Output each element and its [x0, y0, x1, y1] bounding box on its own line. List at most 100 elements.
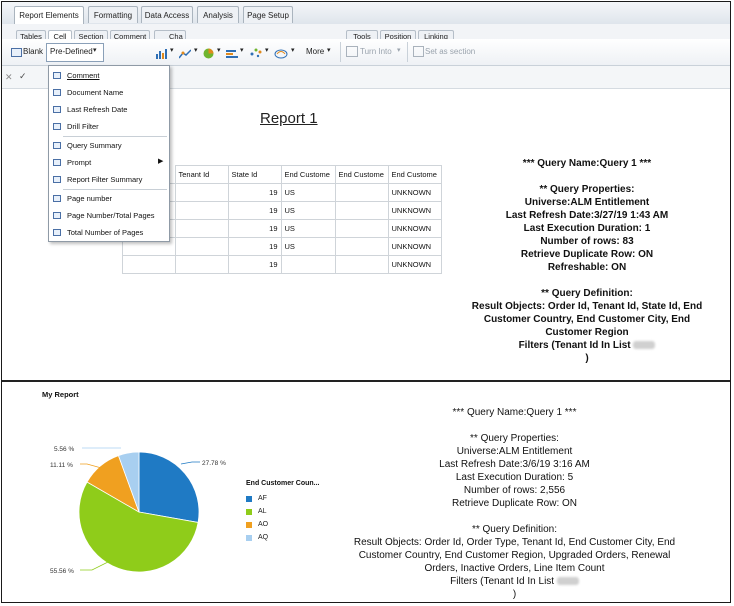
chevron-down-icon: ▾	[93, 47, 97, 54]
line-chart-icon[interactable]	[178, 46, 192, 59]
redacted-value	[556, 577, 579, 586]
universe-text: Universe:ALM Entitlement	[456, 446, 573, 457]
menu-item-page-number-total[interactable]: Page Number/Total Pages	[49, 208, 169, 224]
table-cell: UNKNOWN	[387, 183, 442, 202]
table-cell: UNKNOWN	[387, 219, 442, 238]
table-cell	[334, 255, 389, 274]
table-cell: 19	[227, 237, 282, 256]
table-row: 19 US UNKNOWN	[122, 201, 442, 220]
ribbon-tab-strip: Report Elements Formatting Data Access A…	[2, 2, 730, 25]
table-cell: 19	[227, 255, 282, 274]
table-header-cell: End Custome	[280, 165, 336, 184]
table-cell: US	[280, 183, 336, 202]
menu-item-prompt[interactable]: Prompt ▶	[49, 155, 169, 171]
legend-label: AQ	[258, 534, 269, 541]
legend-swatch	[246, 535, 252, 541]
tab-analysis[interactable]: Analysis	[197, 6, 239, 23]
table-cell	[174, 219, 229, 238]
chevron-down-icon: ▾	[291, 47, 295, 54]
table-cell	[122, 255, 176, 274]
turn-into-button[interactable]: Turn Into	[360, 47, 392, 56]
menu-item-query-summary[interactable]: Query Summary	[49, 138, 169, 154]
query-name: *** Query Name:Query 1 ***	[452, 407, 577, 418]
blank-cell-icon	[11, 48, 22, 57]
menu-separator	[63, 136, 167, 137]
table-cell: US	[280, 201, 336, 220]
menu-item-total-pages[interactable]: Total Number of Pages	[49, 225, 169, 241]
menu-item-document-name[interactable]: Document Name	[49, 85, 169, 101]
chevron-down-icon: ▾	[327, 47, 331, 54]
screenshot-divider	[2, 380, 730, 382]
table-cell: UNKNOWN	[387, 255, 442, 274]
pie-data-label: 11.11 %	[50, 462, 73, 469]
result-objects-line: Orders, Inactive Orders, Line Item Count	[424, 563, 605, 574]
last-refresh-text: Last Refresh Date:3/27/19 1:43 AM	[505, 210, 669, 221]
table-cell	[174, 237, 229, 256]
result-objects-line: Customer Country, End Customer Region, U…	[358, 550, 671, 561]
pie-data-label: 27.78 %	[202, 460, 226, 467]
menu-item-page-number[interactable]: Page number	[49, 191, 169, 207]
universe-text: Universe:ALM Entitlement	[524, 197, 650, 208]
query-name: *** Query Name:Query 1 ***	[522, 158, 652, 169]
tab-report-elements[interactable]: Report Elements	[14, 6, 84, 24]
result-objects-line: Result Objects: Order Id, Tenant Id, Sta…	[471, 301, 703, 312]
query-properties-header: ** Query Properties:	[470, 433, 559, 444]
legend-title: End Customer Coun...	[246, 480, 320, 487]
legend-swatch	[246, 522, 252, 528]
menu-item-last-refresh-date[interactable]: Last Refresh Date	[49, 102, 169, 118]
tab-page-setup[interactable]: Page Setup	[243, 6, 293, 23]
cell-icon	[53, 72, 61, 79]
pie-data-label: 5.56 %	[54, 446, 74, 453]
cell-icon	[53, 212, 61, 219]
menu-item-comment[interactable]: Comment	[49, 68, 169, 84]
report-title: Report 1	[260, 110, 318, 127]
table-cell	[280, 255, 336, 274]
menu-item-report-filter-summary[interactable]: Report Filter Summary	[49, 172, 169, 188]
table-header-cell: Tenant Id	[174, 165, 229, 184]
check-icon[interactable]: ✓	[19, 71, 27, 82]
table-header-row: Tenant Id State Id End Custome End Custo…	[122, 165, 442, 184]
query-summary-1: *** Query Name:Query 1 *** ** Query Prop…	[457, 157, 717, 365]
table-header-cell: End Custome	[334, 165, 389, 184]
filters-line: Filters (Tenant Id In List	[342, 575, 687, 588]
close-icon[interactable]: ✕	[5, 72, 13, 83]
scatter-chart-icon[interactable]	[249, 45, 263, 58]
last-refresh-text: Last Refresh Date:3/6/19 3:16 AM	[439, 459, 590, 470]
table-cell: UNKNOWN	[387, 201, 442, 220]
bar-chart-icon[interactable]	[155, 46, 167, 59]
section-icon	[413, 46, 424, 57]
cell-icon	[53, 89, 61, 96]
blank-button[interactable]: Blank	[23, 47, 43, 56]
pie-chart-icon[interactable]	[203, 46, 214, 59]
cell-icon	[53, 176, 61, 183]
redacted-value	[633, 341, 656, 350]
cell-icon	[53, 229, 61, 236]
filters-close: )	[512, 589, 517, 600]
result-objects-line: Result Objects: Order Id, Order Type, Te…	[353, 537, 676, 548]
table-cell: 19	[227, 219, 282, 238]
filters-line: Filters (Tenant Id In List	[457, 339, 717, 352]
ribbon-toolbar: Blank Pre-Defined ▾ ▾ ▾ ▾ ▾ ▾ ▾ More ▾ T…	[2, 39, 730, 66]
chevron-down-icon: ▾	[265, 47, 269, 54]
radar-chart-icon[interactable]	[274, 46, 288, 59]
set-as-section-button[interactable]: Set as section	[425, 47, 475, 56]
table-cell	[334, 201, 389, 220]
chevron-down-icon: ▾	[240, 47, 244, 54]
table-cell: 19	[227, 201, 282, 220]
tab-formatting[interactable]: Formatting	[88, 6, 138, 23]
toolbar-separator	[340, 42, 341, 62]
cell-icon	[53, 159, 61, 166]
horizontal-bar-icon[interactable]	[226, 46, 238, 58]
table-cell	[174, 255, 229, 274]
execution-duration-text: Last Execution Duration: 5	[455, 472, 574, 483]
tab-data-access[interactable]: Data Access	[141, 6, 193, 23]
table-row: 19 US UNKNOWN	[122, 219, 442, 238]
cell-icon	[53, 142, 61, 149]
menu-item-drill-filter[interactable]: Drill Filter	[49, 119, 169, 135]
menu-separator	[63, 189, 167, 190]
legend-label: AF	[258, 495, 267, 502]
duplicate-row-text: Retrieve Duplicate Row: ON	[520, 249, 654, 260]
pie-data-label: 55.56 %	[50, 568, 74, 575]
more-charts-button[interactable]: More	[306, 47, 324, 56]
app-window: Report Elements Formatting Data Access A…	[1, 1, 731, 603]
